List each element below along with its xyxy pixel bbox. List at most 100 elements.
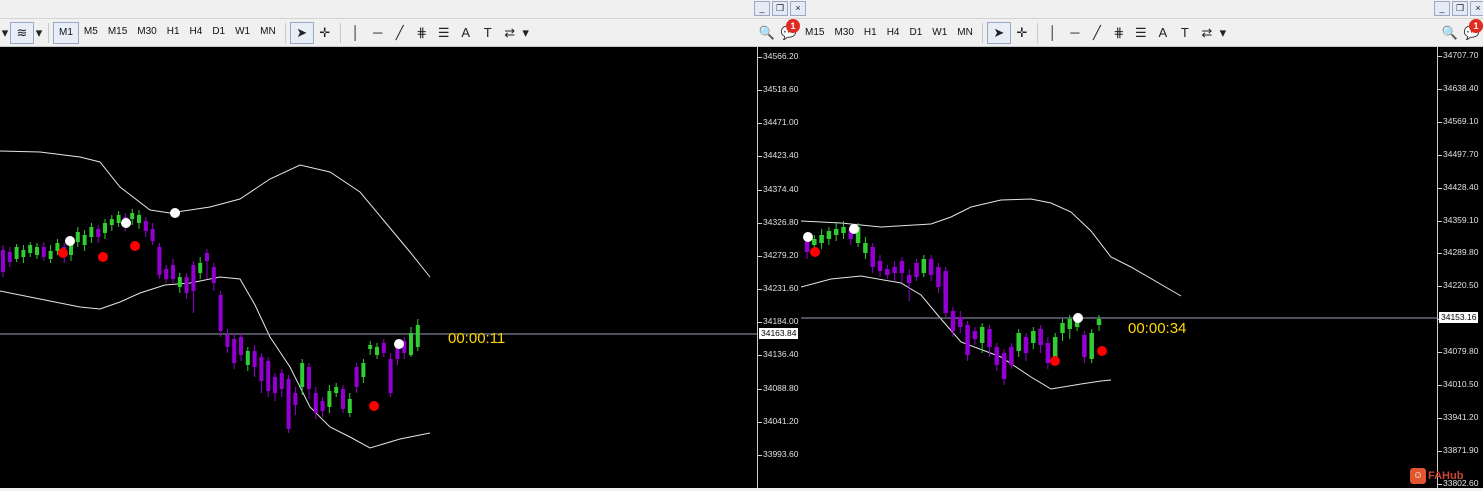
right-chart-area[interactable] bbox=[801, 47, 1437, 488]
notifications-icon[interactable]: 💬 1 bbox=[1461, 18, 1483, 43]
fibonacci-fan-icon[interactable]: ⋕ bbox=[1108, 23, 1130, 43]
timeframe-button-m30[interactable]: M30 bbox=[829, 23, 858, 43]
timeframe-group: M15 M30 H1 H4 D1 W1 MN bbox=[800, 23, 978, 43]
trendline-icon[interactable]: ╱ bbox=[1086, 23, 1108, 43]
text-label-icon[interactable]: A bbox=[455, 23, 477, 43]
price-axis-label: 34566.20 bbox=[763, 51, 799, 61]
axis-tick bbox=[1438, 220, 1442, 222]
text-box-icon[interactable]: T bbox=[477, 23, 499, 43]
signal-high-marker bbox=[849, 224, 859, 234]
chevron-down-icon[interactable]: ▾ bbox=[1218, 23, 1228, 43]
vertical-line-icon[interactable]: │ bbox=[1042, 23, 1064, 43]
candle-body bbox=[804, 241, 810, 252]
candle-body bbox=[1001, 353, 1007, 379]
candle-body bbox=[55, 243, 60, 251]
axis-tick bbox=[758, 189, 762, 191]
minimize-button[interactable]: _ bbox=[1434, 1, 1450, 16]
price-axis-label: 33941.20 bbox=[1443, 411, 1479, 422]
chevron-down-icon[interactable]: ▾ bbox=[521, 23, 531, 43]
horizontal-line-icon[interactable]: ─ bbox=[367, 23, 389, 43]
candle-body bbox=[1096, 319, 1102, 325]
dropdown-arrow-icon[interactable]: ▾ bbox=[0, 23, 10, 43]
price-axis-label: 34088.80 bbox=[763, 382, 799, 393]
candle-body bbox=[958, 317, 963, 327]
candle-body bbox=[198, 263, 203, 273]
timeframe-button-m15[interactable]: M15 bbox=[800, 23, 829, 43]
timeframe-button-m1[interactable]: M1 bbox=[53, 21, 79, 44]
restore-button[interactable]: ❐ bbox=[1452, 1, 1468, 16]
horizontal-line-icon[interactable]: ─ bbox=[1064, 23, 1086, 43]
current-price-tag: 34153.16 bbox=[1439, 312, 1479, 323]
timeframe-button-d1[interactable]: D1 bbox=[905, 23, 928, 43]
vertical-line-icon[interactable]: │ bbox=[345, 23, 367, 43]
right-candle-countdown: 00:00:34 bbox=[1128, 320, 1187, 337]
candle-body bbox=[150, 229, 155, 241]
left-chart-area[interactable] bbox=[0, 47, 757, 488]
toolbar-separator bbox=[339, 22, 341, 43]
axis-tick bbox=[758, 123, 762, 125]
notifications-icon[interactable]: 💬 1 bbox=[778, 18, 800, 43]
timeframe-button-mn[interactable]: MN bbox=[255, 22, 281, 42]
left-window-controls: _ ❐ × bbox=[754, 1, 806, 16]
candle-body bbox=[885, 269, 890, 275]
candle-body bbox=[293, 393, 298, 405]
candle-body bbox=[69, 245, 73, 255]
fibonacci-retracement-icon[interactable]: ☰ bbox=[1130, 23, 1152, 43]
candle-body bbox=[205, 253, 209, 261]
crosshair-icon[interactable]: ✛ bbox=[314, 23, 336, 43]
left-chart-toolbar: ▾ ≋ ▾ M1 M5 M15 M30 H1 H4 D1 W1 MN ➤ ✛ │ ─ ╱ ⋕ ☰… bbox=[0, 18, 800, 47]
candle-body bbox=[812, 239, 817, 245]
candle-body bbox=[987, 329, 992, 347]
fahub-logo-icon: ☺ bbox=[1410, 468, 1426, 484]
indicator-template-icon[interactable]: ≋ bbox=[10, 21, 34, 44]
search-icon[interactable]: 🔍 bbox=[1439, 23, 1461, 43]
timeframe-button-m15[interactable]: M15 bbox=[103, 22, 132, 42]
arrow-shapes-icon[interactable]: ⇄ bbox=[1196, 23, 1218, 43]
timeframe-button-h4[interactable]: H4 bbox=[882, 23, 905, 43]
left-price-axis: 34566.20 34518.60 34471.00 34423.40 34374.40… bbox=[758, 47, 801, 488]
price-axis-label: 34518.60 bbox=[763, 84, 799, 95]
candle-body bbox=[863, 243, 868, 253]
candle-body bbox=[965, 325, 970, 355]
candle-body bbox=[347, 399, 352, 413]
candle-body bbox=[266, 361, 271, 391]
timeframe-button-m30[interactable]: M30 bbox=[132, 22, 161, 42]
signal-low-marker bbox=[369, 401, 379, 411]
close-button[interactable]: × bbox=[790, 1, 806, 16]
cursor-arrow-icon[interactable]: ➤ bbox=[986, 21, 1011, 44]
timeframe-button-h1[interactable]: H1 bbox=[859, 23, 882, 43]
fibonacci-fan-icon[interactable]: ⋕ bbox=[411, 23, 433, 43]
chevron-down-icon[interactable]: ▾ bbox=[34, 23, 44, 43]
timeframe-button-w1[interactable]: W1 bbox=[927, 23, 952, 43]
minimize-button[interactable]: _ bbox=[754, 1, 770, 16]
candle-body bbox=[877, 261, 883, 271]
toolbar-separator bbox=[284, 22, 286, 43]
candle-body bbox=[14, 247, 19, 259]
timeframe-button-d1[interactable]: D1 bbox=[207, 22, 230, 42]
axis-tick bbox=[1438, 385, 1442, 386]
timeframe-button-mn[interactable]: MN bbox=[952, 23, 978, 43]
trendline-icon[interactable]: ╱ bbox=[389, 23, 411, 43]
price-axis-label: 34423.40 bbox=[763, 150, 799, 161]
timeframe-button-m5[interactable]: M5 bbox=[79, 22, 103, 42]
axis-tick bbox=[758, 388, 762, 390]
signal-high-marker bbox=[394, 339, 404, 349]
text-label-icon[interactable]: A bbox=[1152, 23, 1174, 43]
text-box-icon[interactable]: T bbox=[1174, 23, 1196, 43]
cursor-arrow-icon[interactable]: ➤ bbox=[289, 21, 314, 44]
signal-low-marker bbox=[810, 247, 820, 257]
left-candle-countdown: 00:00:11 bbox=[448, 330, 506, 347]
arrow-shapes-icon[interactable]: ⇄ bbox=[499, 23, 521, 43]
candle-body bbox=[826, 231, 832, 239]
restore-button[interactable]: ❐ bbox=[772, 1, 788, 16]
close-button[interactable]: × bbox=[1470, 1, 1483, 16]
fibonacci-retracement-icon[interactable]: ☰ bbox=[433, 23, 455, 43]
timeframe-button-h4[interactable]: H4 bbox=[185, 22, 208, 42]
candle-body bbox=[415, 325, 420, 347]
candle-body bbox=[1067, 319, 1073, 329]
search-icon[interactable]: 🔍 bbox=[756, 23, 778, 43]
candle-body bbox=[899, 261, 905, 273]
timeframe-button-w1[interactable]: W1 bbox=[230, 22, 255, 42]
timeframe-button-h1[interactable]: H1 bbox=[162, 22, 185, 42]
crosshair-icon[interactable]: ✛ bbox=[1011, 23, 1033, 43]
